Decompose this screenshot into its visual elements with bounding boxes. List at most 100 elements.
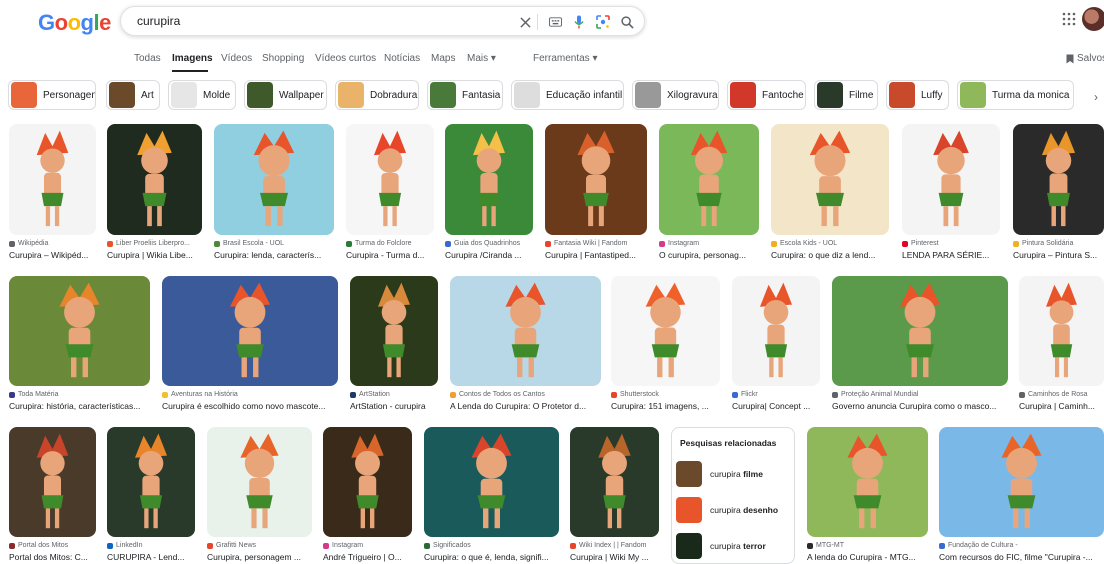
result-title[interactable]: Curupira - Turma d... (346, 250, 434, 260)
result-thumbnail[interactable] (545, 124, 647, 235)
result-source[interactable]: Wiki Index | | Fandom (570, 542, 646, 549)
result-thumbnail[interactable] (214, 124, 334, 235)
result-source[interactable]: Pinterest (902, 240, 939, 247)
result-source[interactable]: Liber Proeliis Liberpro... (107, 240, 190, 247)
chip-luffy[interactable]: Luffy (886, 80, 949, 110)
result-thumbnail[interactable] (732, 276, 820, 386)
result-source[interactable]: Aventuras na História (162, 391, 238, 398)
chip-art[interactable]: Art (106, 80, 160, 110)
related-search-item[interactable]: curupira terror (676, 532, 792, 560)
result-thumbnail[interactable] (207, 427, 312, 537)
related-search-item[interactable]: curupira filme (676, 460, 792, 488)
result-title[interactable]: Curupira – Pintura S... (1013, 250, 1104, 260)
result-source[interactable]: Shutterstock (611, 391, 659, 398)
image-result[interactable]: Instagram André Trigueiro | O... (323, 427, 412, 564)
result-thumbnail[interactable] (902, 124, 1000, 235)
result-source[interactable]: Flickr (732, 391, 758, 398)
result-source[interactable]: Proteção Animal Mundial (832, 391, 918, 398)
image-result[interactable]: Guia dos Quadrinhos Curupira /Ciranda ... (445, 124, 533, 267)
image-result[interactable]: Portal dos Mitos Portal dos Mitos: C... (9, 427, 96, 564)
tab-shopping[interactable]: Shopping (262, 53, 304, 64)
result-title[interactable]: Curupira | Caminh... (1019, 401, 1104, 411)
result-source[interactable]: Contos de Todos os Cantos (450, 391, 545, 398)
result-source[interactable]: Wikipédia (9, 240, 48, 247)
result-title[interactable]: Curupira é escolhido como novo mascote..… (162, 401, 338, 411)
related-search-item[interactable]: curupira desenho (676, 496, 792, 524)
image-result[interactable]: Wiki Index | | Fandom Curupira | Wiki My … (570, 427, 659, 564)
result-title[interactable]: Curupira| Concept ... (732, 401, 820, 411)
result-title[interactable]: Curupira: 151 imagens, ... (611, 401, 720, 411)
image-result[interactable]: Brasil Escola - UOL Curupira: lenda, cara… (214, 124, 334, 267)
result-source[interactable]: Portal dos Mitos (9, 542, 68, 549)
chip-personagem[interactable]: Personagem (8, 80, 96, 110)
result-thumbnail[interactable] (9, 276, 150, 386)
result-title[interactable]: Curupira | Fantastiped... (545, 250, 647, 260)
keyboard-icon[interactable] (546, 13, 564, 31)
result-thumbnail[interactable] (611, 276, 720, 386)
result-thumbnail[interactable] (323, 427, 412, 537)
google-logo[interactable]: Google (38, 10, 111, 36)
result-thumbnail[interactable] (1019, 276, 1104, 386)
search-input[interactable]: curupira (137, 14, 180, 28)
chip-filme[interactable]: Filme (814, 80, 878, 110)
result-source[interactable]: Significados (424, 542, 471, 549)
result-title[interactable]: Curupira: o que diz a lend... (771, 250, 889, 260)
image-result[interactable]: Significados Curupira: o que é, lenda, si… (424, 427, 559, 564)
result-title[interactable]: ArtStation - curupira (350, 401, 438, 411)
account-avatar[interactable] (1082, 7, 1104, 31)
result-title[interactable]: Curupira: o que é, lenda, signifi... (424, 552, 559, 562)
tools-button[interactable]: Ferramentas ▾ (533, 53, 597, 64)
image-result[interactable]: Caminhos de Rosa Curupira | Caminh... (1019, 276, 1104, 418)
image-result[interactable]: Pintura Solidária Curupira – Pintura S... (1013, 124, 1104, 267)
result-title[interactable]: CURUPIRA - Lend... (107, 552, 195, 562)
result-thumbnail[interactable] (9, 124, 96, 235)
chip-turma-da-monica[interactable]: Turma da monica (957, 80, 1074, 110)
result-thumbnail[interactable] (939, 427, 1104, 537)
image-result[interactable]: Turma do Folclore Curupira - Turma d... (346, 124, 434, 267)
image-result[interactable]: Aventuras na História Curupira é escolhid… (162, 276, 338, 418)
result-title[interactable]: Portal dos Mitos: C... (9, 552, 96, 562)
chip-xilogravura[interactable]: Xilogravura (632, 80, 719, 110)
result-thumbnail[interactable] (450, 276, 601, 386)
apps-grid-icon[interactable] (1062, 12, 1076, 26)
image-result[interactable]: Instagram O curupira, personag... (659, 124, 759, 267)
chip-fantoche[interactable]: Fantoche (727, 80, 806, 110)
result-title[interactable]: Curupira: lenda, caracterís... (214, 250, 334, 260)
result-source[interactable]: Brasil Escola - UOL (214, 240, 284, 247)
image-result[interactable]: Pinterest LENDA PARA SÉRIE... (902, 124, 1000, 267)
image-result[interactable]: Wikipédia Curupira – Wikipéd... (9, 124, 96, 267)
search-icon[interactable] (618, 13, 636, 31)
result-title[interactable]: A lenda do Curupira - MTG... (807, 552, 928, 562)
image-result[interactable]: Toda Matéria Curupira: história, caracter… (9, 276, 150, 418)
result-source[interactable]: Grafitti News (207, 542, 256, 549)
result-title[interactable]: Curupira | Wiki My ... (570, 552, 659, 562)
result-title[interactable]: Com recursos do FIC, filme "Curupira -..… (939, 552, 1104, 562)
image-result[interactable]: Shutterstock Curupira: 151 imagens, ... (611, 276, 720, 418)
chip-wallpaper[interactable]: Wallpaper (244, 80, 327, 110)
result-thumbnail[interactable] (832, 276, 1008, 386)
result-source[interactable]: Instagram (659, 240, 699, 247)
result-source[interactable]: Toda Matéria (9, 391, 58, 398)
result-thumbnail[interactable] (350, 276, 438, 386)
tab-maps[interactable]: Maps (431, 53, 455, 64)
result-thumbnail[interactable] (445, 124, 533, 235)
search-box[interactable]: curupira (120, 6, 645, 36)
tab-videos[interactable]: Vídeos (221, 53, 252, 64)
result-source[interactable]: Turma do Folclore (346, 240, 412, 247)
image-result[interactable]: Proteção Animal Mundial Governo anuncia C… (832, 276, 1008, 418)
image-result[interactable]: Fundação de Cultura - Com recursos do FIC… (939, 427, 1104, 564)
result-title[interactable]: Curupira, personagem ... (207, 552, 312, 562)
image-result[interactable]: Flickr Curupira| Concept ... (732, 276, 820, 418)
image-result[interactable]: MTG-MT A lenda do Curupira - MTG... (807, 427, 928, 564)
image-result[interactable]: ArtStation ArtStation - curupira (350, 276, 438, 418)
result-source[interactable]: Caminhos de Rosa (1019, 391, 1088, 398)
image-result[interactable]: Liber Proeliis Liberpro... Curupira | Wik… (107, 124, 202, 267)
result-source[interactable]: ArtStation (350, 391, 390, 398)
result-source[interactable]: Pintura Solidária (1013, 240, 1073, 247)
result-thumbnail[interactable] (107, 427, 195, 537)
result-thumbnail[interactable] (9, 427, 96, 537)
result-source[interactable]: Instagram (323, 542, 363, 549)
result-source[interactable]: Fantasia Wiki | Fandom (545, 240, 627, 247)
image-result[interactable]: Grafitti News Curupira, personagem ... (207, 427, 312, 564)
image-result[interactable]: Fantasia Wiki | Fandom Curupira | Fantast… (545, 124, 647, 267)
